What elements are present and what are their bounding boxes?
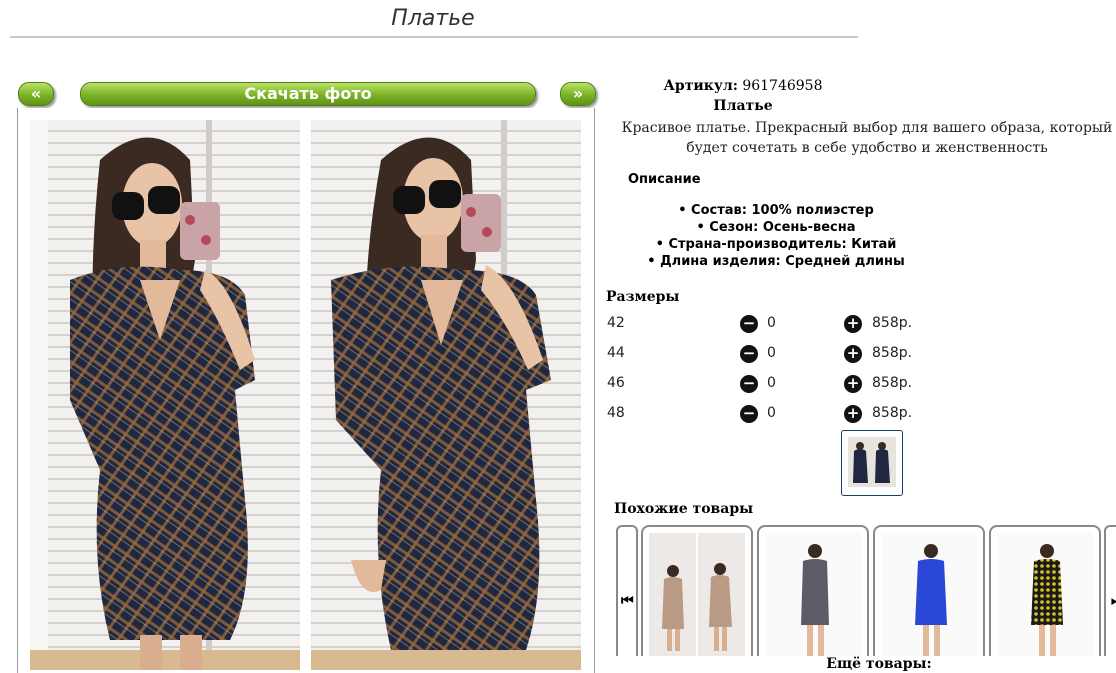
similar-product-card[interactable] bbox=[873, 525, 985, 665]
download-photo-button[interactable]: Скачать фото bbox=[80, 82, 536, 106]
increase-quantity-button[interactable]: + bbox=[844, 375, 862, 393]
title-divider bbox=[10, 36, 858, 38]
product-name: Платье bbox=[713, 98, 773, 114]
property-item: Сезон: Осень-весна bbox=[606, 219, 946, 236]
sku-label: Артикул: bbox=[663, 78, 738, 94]
skip-back-icon: ⏮ bbox=[621, 593, 634, 609]
decrease-quantity-button[interactable]: − bbox=[740, 315, 758, 333]
decrease-quantity-button[interactable]: − bbox=[740, 375, 758, 393]
product-photo-right[interactable] bbox=[311, 120, 581, 670]
thumbnail-image bbox=[848, 437, 896, 487]
skip-forward-icon: ⏭ bbox=[1111, 593, 1116, 609]
size-row: 44 − 0 + 858р. bbox=[606, 342, 912, 366]
size-row: 46 − 0 + 858р. bbox=[606, 372, 912, 396]
size-row: 48 − 0 + 858р. bbox=[606, 402, 912, 426]
more-products-label: Ещё товары: bbox=[606, 656, 1116, 672]
size-label: 44 bbox=[607, 345, 625, 361]
similar-products-heading: Похожие товары bbox=[614, 501, 754, 517]
carousel-prev-button[interactable]: ⏮ bbox=[616, 525, 638, 665]
size-row: 42 − 0 + 858р. bbox=[606, 312, 912, 336]
prev-photo-button[interactable]: « bbox=[18, 82, 54, 106]
sku-value: 961746958 bbox=[742, 78, 823, 94]
similar-product-image bbox=[997, 533, 1093, 663]
sku-line: Артикул: 961746958 bbox=[606, 78, 880, 94]
size-price: 858р. bbox=[872, 405, 913, 421]
page-title: Платье bbox=[391, 6, 475, 31]
similar-product-image bbox=[881, 533, 977, 663]
property-item: Состав: 100% полиэстер bbox=[606, 202, 946, 219]
sizes-heading: Размеры bbox=[606, 289, 680, 305]
property-item: Страна-производитель: Китай bbox=[606, 236, 946, 253]
size-price: 858р. bbox=[872, 345, 913, 361]
increase-quantity-button[interactable]: + bbox=[844, 345, 862, 363]
similar-product-card[interactable] bbox=[989, 525, 1101, 665]
property-item: Длина изделия: Средней длины bbox=[606, 253, 946, 270]
similar-product-card[interactable] bbox=[641, 525, 753, 665]
product-description: Красивое платье. Прекрасный выбор для ва… bbox=[621, 120, 1113, 156]
size-price: 858р. bbox=[872, 375, 913, 391]
size-label: 48 bbox=[607, 405, 625, 421]
similar-product-image bbox=[649, 533, 745, 663]
similar-product-image bbox=[765, 533, 861, 663]
product-photo-frame bbox=[17, 108, 595, 673]
carousel-next-button[interactable]: ⏭ bbox=[1104, 525, 1116, 665]
size-price: 858р. bbox=[872, 315, 913, 331]
quantity-value: 0 bbox=[767, 345, 776, 361]
size-label: 46 bbox=[607, 375, 625, 391]
size-label: 42 bbox=[607, 315, 625, 331]
increase-quantity-button[interactable]: + bbox=[844, 315, 862, 333]
quantity-value: 0 bbox=[767, 405, 776, 421]
decrease-quantity-button[interactable]: − bbox=[740, 405, 758, 423]
quantity-value: 0 bbox=[767, 375, 776, 391]
description-heading: Описание bbox=[628, 172, 701, 187]
properties-list: Состав: 100% полиэстер Сезон: Осень-весн… bbox=[606, 202, 946, 270]
product-photo-left[interactable] bbox=[30, 120, 300, 670]
increase-quantity-button[interactable]: + bbox=[844, 405, 862, 423]
decrease-quantity-button[interactable]: − bbox=[740, 345, 758, 363]
next-photo-button[interactable]: » bbox=[560, 82, 596, 106]
similar-product-card[interactable] bbox=[757, 525, 869, 665]
quantity-value: 0 bbox=[767, 315, 776, 331]
selected-photo-thumbnail[interactable] bbox=[841, 430, 903, 496]
